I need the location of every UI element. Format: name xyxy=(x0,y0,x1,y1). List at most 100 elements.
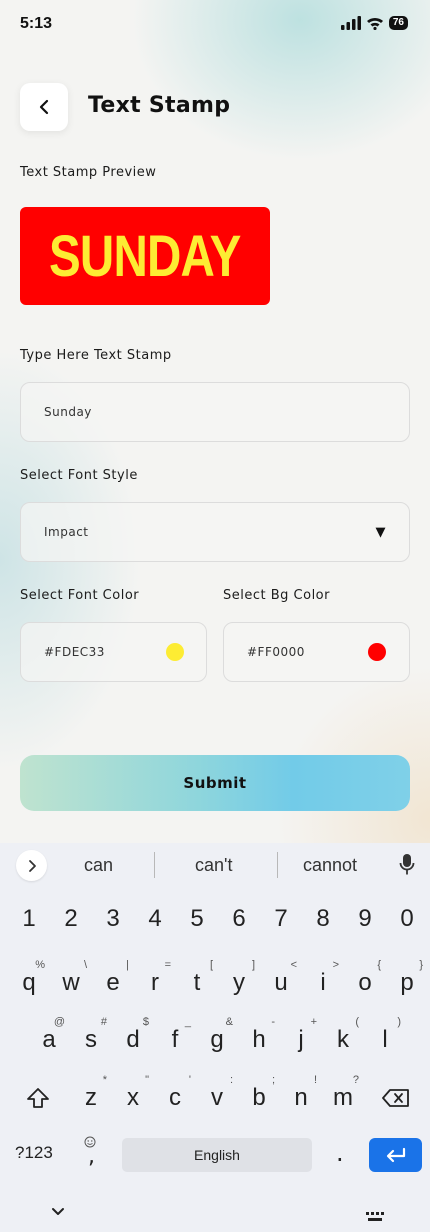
letter-key-label: i xyxy=(320,969,326,996)
number-key[interactable]: 1 xyxy=(9,897,49,941)
letter-key[interactable]: m? xyxy=(323,1074,363,1120)
status-bar: 5:13 76 xyxy=(0,0,430,50)
key-hint-label: ! xyxy=(313,1074,317,1086)
number-key-label: 2 xyxy=(64,905,78,932)
letter-key[interactable]: n! xyxy=(281,1074,321,1120)
key-hint-label: ' xyxy=(188,1074,191,1086)
number-key[interactable]: 3 xyxy=(93,897,133,941)
period-key[interactable]: . xyxy=(336,1139,344,1167)
hide-keyboard-icon[interactable] xyxy=(51,1207,65,1216)
letter-key[interactable]: s # xyxy=(71,1016,111,1062)
key-hint-label: - xyxy=(271,1016,275,1028)
number-key[interactable]: 5 xyxy=(177,897,217,941)
back-button[interactable] xyxy=(20,83,68,131)
key-hint-label: | xyxy=(126,959,129,971)
keyboard: can can't cannot 1 2 3 4 5 6 7 8 9 0 q% w \ e | r = t[y] u… xyxy=(0,843,430,1232)
number-key[interactable]: 6 xyxy=(219,897,259,941)
letter-key[interactable]: c ' xyxy=(155,1074,195,1120)
letter-key[interactable]: a @ xyxy=(29,1016,69,1062)
key-hint-label: ) xyxy=(397,1016,401,1028)
stamp-text-input[interactable]: Sunday xyxy=(20,382,410,442)
letter-key-label: q xyxy=(22,969,36,996)
key-hint-label: ? xyxy=(352,1074,359,1086)
letter-key[interactable]: h- xyxy=(239,1016,279,1062)
key-hint-label: + xyxy=(310,1016,317,1028)
chevron-right-icon xyxy=(28,859,36,872)
font-color-field[interactable]: #FDEC33 xyxy=(20,622,207,682)
expand-suggestions-button[interactable] xyxy=(16,850,47,881)
submit-label: Submit xyxy=(183,774,247,792)
letter-key[interactable]: p} xyxy=(387,959,427,1005)
letter-key-label: u xyxy=(274,969,288,996)
shift-key[interactable] xyxy=(18,1076,58,1120)
suggestion-2[interactable]: can't xyxy=(195,855,232,876)
letter-key[interactable]: b; xyxy=(239,1074,279,1120)
key-hint-label: ] xyxy=(251,959,255,971)
number-key[interactable]: 8 xyxy=(303,897,343,941)
letter-key-label: o xyxy=(358,969,372,996)
backspace-key[interactable] xyxy=(376,1076,416,1120)
number-key[interactable]: 7 xyxy=(261,897,301,941)
letter-key[interactable]: w \ xyxy=(51,959,91,1005)
suggestion-3[interactable]: cannot xyxy=(303,855,357,876)
letter-key[interactable]: f _ xyxy=(155,1016,195,1062)
number-key[interactable]: 4 xyxy=(135,897,175,941)
stamp-preview: SUNDAY xyxy=(20,207,270,305)
key-hint-label: # xyxy=(100,1016,107,1028)
number-key-label: 8 xyxy=(316,905,330,932)
letter-key[interactable]: i > xyxy=(303,959,343,1005)
letter-key[interactable]: k( xyxy=(323,1016,363,1062)
space-bar[interactable]: English xyxy=(122,1138,312,1172)
key-hint-label: = xyxy=(164,959,171,971)
letter-key-label: f xyxy=(171,1026,179,1053)
font-color-label: Select Font Color xyxy=(20,588,140,603)
letter-key-label: p xyxy=(400,969,414,996)
letter-key-label: s xyxy=(85,1026,97,1053)
letter-key[interactable]: o{ xyxy=(345,959,385,1005)
suggestion-divider xyxy=(277,852,278,878)
bg-color-swatch[interactable] xyxy=(368,643,386,661)
key-hint-label: > xyxy=(332,959,339,971)
letter-key-label: z xyxy=(85,1084,97,1111)
suggestion-1[interactable]: can xyxy=(84,855,113,876)
number-key[interactable]: 9 xyxy=(345,897,385,941)
keyboard-switch-icon[interactable] xyxy=(366,1212,384,1222)
letter-key[interactable]: z * xyxy=(71,1074,111,1120)
symbols-key[interactable]: ?123 xyxy=(15,1143,53,1163)
letter-key-label: a xyxy=(42,1026,56,1053)
letter-key[interactable]: g & xyxy=(197,1016,237,1062)
number-key-label: 5 xyxy=(190,905,204,932)
letter-key[interactable]: u < xyxy=(261,959,301,1005)
letter-key-label: c xyxy=(169,1084,181,1111)
emoji-comma-key[interactable]: , xyxy=(84,1136,100,1169)
font-color-swatch[interactable] xyxy=(166,643,184,661)
wifi-icon xyxy=(366,17,383,30)
number-key-label: 4 xyxy=(148,905,162,932)
font-color-value: #FDEC33 xyxy=(44,645,105,659)
letter-key-label: j xyxy=(298,1026,304,1053)
letter-key[interactable]: t[ xyxy=(177,959,217,1005)
letter-key[interactable]: q% xyxy=(9,959,49,1005)
submit-button[interactable]: Submit xyxy=(20,755,410,811)
letter-key[interactable]: r = xyxy=(135,959,175,1005)
letter-key[interactable]: d $ xyxy=(113,1016,153,1062)
letter-key-label: l xyxy=(382,1026,388,1053)
letter-key[interactable]: v: xyxy=(197,1074,237,1120)
microphone-icon[interactable] xyxy=(399,853,415,877)
page-title: Text Stamp xyxy=(88,93,231,118)
shift-icon xyxy=(27,1088,49,1108)
enter-key[interactable] xyxy=(369,1138,422,1172)
letter-key-label: w xyxy=(62,969,80,996)
letter-key-label: g xyxy=(210,1026,224,1053)
font-style-select[interactable]: Impact ▼ xyxy=(20,502,410,562)
letter-key[interactable]: j + xyxy=(281,1016,321,1062)
letter-key[interactable]: e | xyxy=(93,959,133,1005)
font-style-label: Select Font Style xyxy=(20,468,138,483)
number-key[interactable]: 2 xyxy=(51,897,91,941)
letter-key[interactable]: y] xyxy=(219,959,259,1005)
number-key[interactable]: 0 xyxy=(387,897,427,941)
letter-key[interactable]: l) xyxy=(365,1016,405,1062)
key-hint-label: * xyxy=(102,1074,107,1086)
letter-key[interactable]: x " xyxy=(113,1074,153,1120)
bg-color-field[interactable]: #FF0000 xyxy=(223,622,410,682)
